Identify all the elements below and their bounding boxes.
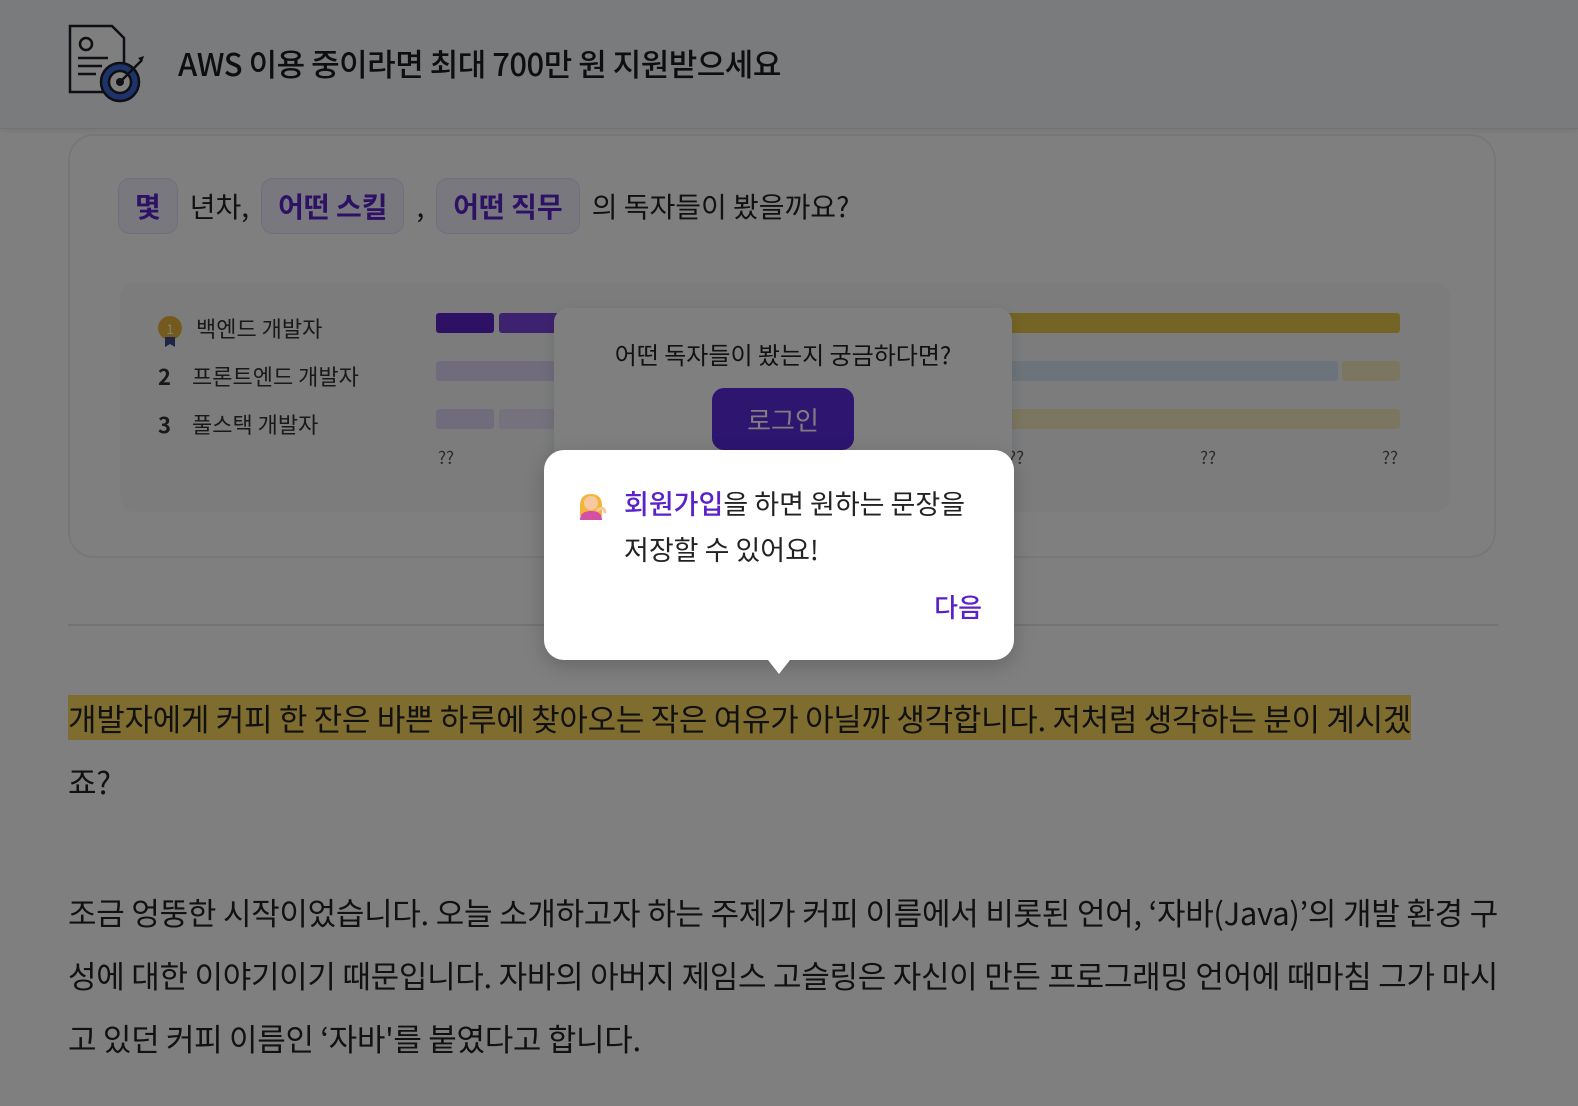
next-button[interactable]: 다음 bbox=[934, 588, 982, 625]
signup-link[interactable]: 회원가입 bbox=[624, 483, 723, 522]
person-tipping-hand-icon bbox=[580, 494, 607, 520]
signup-tooltip: 회원가입을 하면 원하는 문장을 저장할 수 있어요! 다음 bbox=[544, 450, 1014, 674]
tooltip-message: 회원가입을 하면 원하는 문장을 저장할 수 있어요! bbox=[624, 480, 994, 572]
